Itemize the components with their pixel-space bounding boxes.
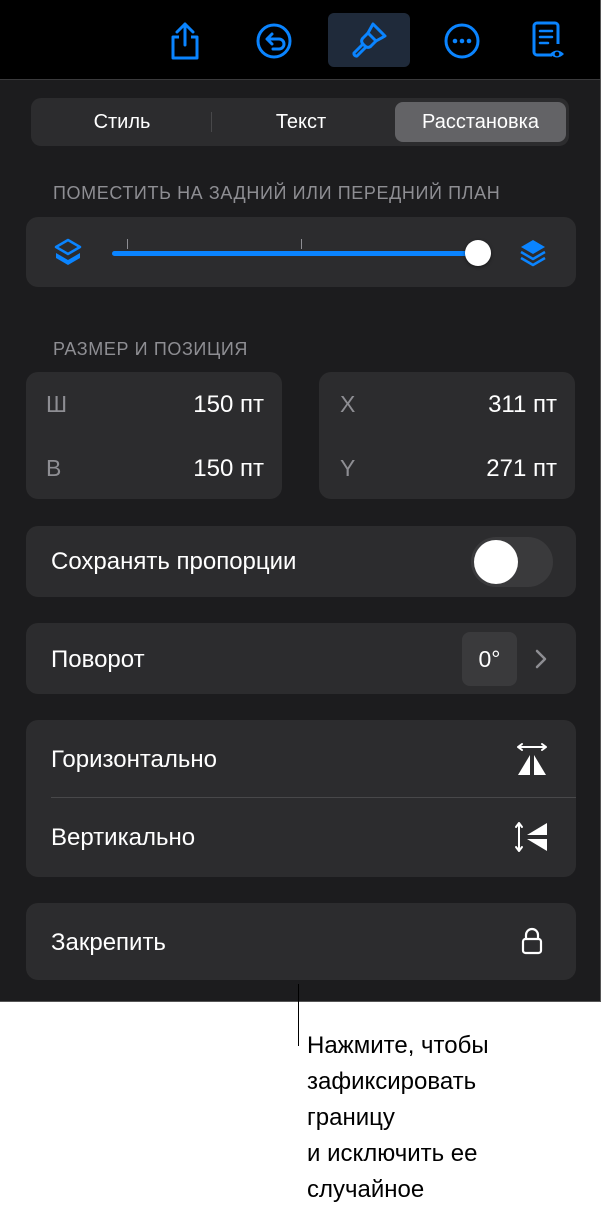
flip-horizontal-icon[interactable] [513, 741, 551, 779]
size-position-section-label: РАЗМЕР И ПОЗИЦИЯ [53, 339, 249, 359]
layers-back-icon[interactable] [53, 237, 83, 269]
flip-vertical-icon[interactable] [513, 818, 551, 856]
flip-horizontal-label[interactable]: Горизонтально [51, 746, 217, 774]
toolbar [0, 0, 600, 80]
height-label: В [46, 455, 62, 481]
rotate-label: Поворот [51, 646, 145, 673]
layer-slider-thumb[interactable] [465, 240, 491, 266]
tab-style[interactable]: Стиль [35, 102, 209, 142]
flip-card [26, 720, 576, 877]
flip-divider [51, 797, 576, 798]
width-field[interactable]: 150 пт [130, 391, 264, 419]
tab-arrange[interactable]: Расстановка [395, 102, 566, 142]
share-icon [171, 22, 199, 60]
share-button[interactable] [157, 13, 213, 69]
reading-view-icon [532, 21, 564, 58]
callout-text: Нажмите, чтобы зафиксировать границу и и… [307, 1032, 489, 1203]
constrain-label: Сохранять пропорции [51, 548, 297, 575]
height-field[interactable]: 150 пт [130, 455, 264, 483]
layering-section-label: ПОМЕСТИТЬ НА ЗАДНИЙ ИЛИ ПЕРЕДНИЙ ПЛАН [53, 183, 501, 203]
lock-icon[interactable] [521, 927, 543, 955]
tab-text[interactable]: Текст [213, 102, 389, 142]
undo-icon [256, 23, 292, 59]
layer-slider-track[interactable] [112, 251, 478, 256]
y-field[interactable]: 271 пт [420, 455, 557, 483]
format-panel: Стиль Текст Расстановка ПОМЕСТИТЬ НА ЗАД… [0, 0, 601, 1002]
segmented-control: Стиль Текст Расстановка [31, 98, 569, 146]
constrain-toggle[interactable] [471, 537, 553, 587]
slider-tick [301, 239, 302, 249]
lock-label: Закрепить [51, 929, 166, 956]
layers-front-icon[interactable] [518, 237, 548, 269]
flip-vertical-label[interactable]: Вертикально [51, 824, 195, 852]
reading-view-button[interactable] [520, 13, 576, 69]
x-label: X [340, 391, 356, 417]
rotate-value[interactable]: 0° [462, 632, 517, 686]
x-field[interactable]: 311 пт [420, 391, 557, 419]
more-icon [444, 23, 480, 59]
chevron-right-icon [535, 649, 547, 669]
toggle-knob [474, 540, 518, 584]
undo-button[interactable] [246, 13, 302, 69]
format-brush-icon [352, 22, 387, 58]
tab-separator [211, 112, 212, 132]
format-button[interactable] [328, 13, 410, 67]
y-label: Y [340, 455, 356, 481]
more-button[interactable] [434, 13, 490, 69]
callout-line [298, 984, 299, 1046]
slider-tick [127, 239, 128, 249]
width-label: Ш [46, 391, 68, 417]
